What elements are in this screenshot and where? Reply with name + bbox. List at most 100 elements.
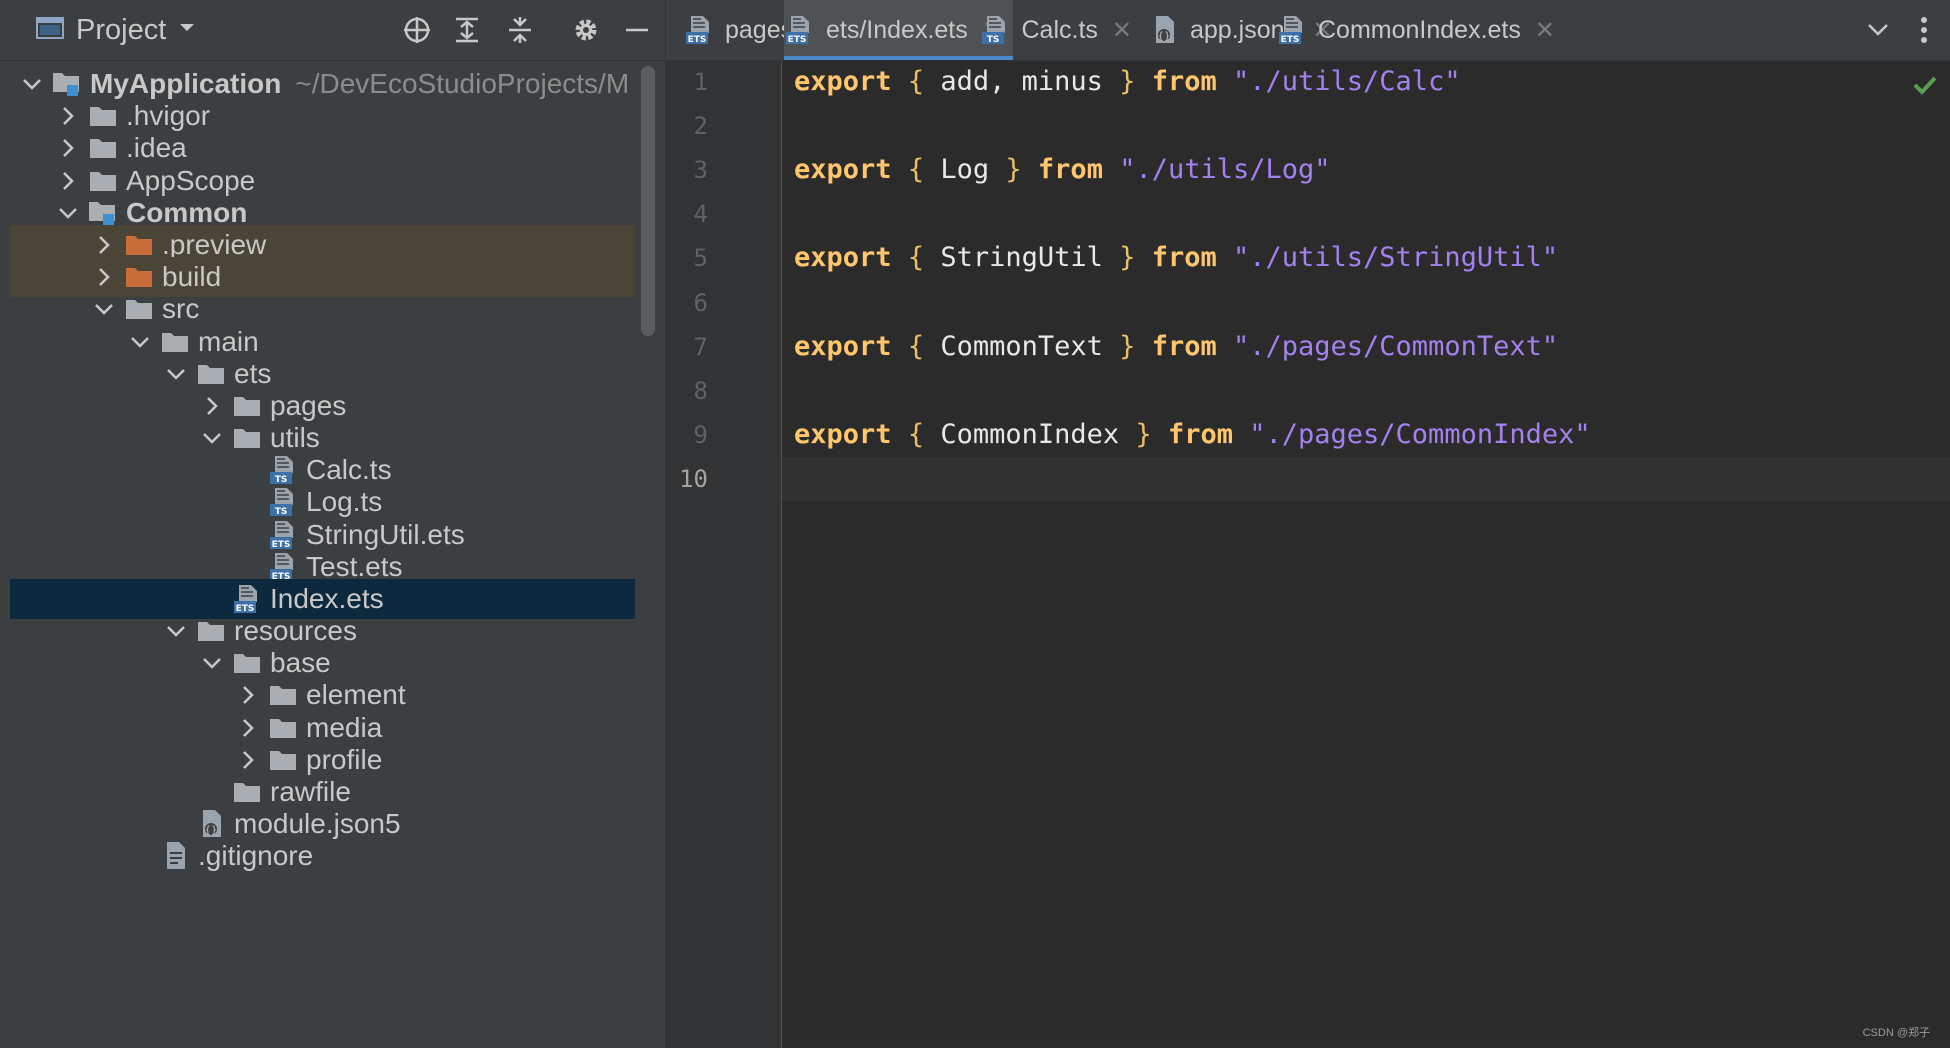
close-tab-icon[interactable]: ✕ [1535,16,1555,45]
svg-text:TS: TS [986,35,999,45]
folder-icon [196,616,226,646]
code-token-path: "./utils/Log" [1119,154,1331,186]
tree-scrollbar[interactable] [641,66,655,336]
chevron-right-icon[interactable] [90,263,118,291]
folder-icon [88,166,118,196]
json-file-icon: {} [196,809,226,839]
editor-tab-ets-index-ets[interactable]: ETSets/Index.ets✕ [784,0,1013,60]
code-token-open: { [907,242,925,274]
minimize-icon[interactable] [619,12,655,48]
code-token-from: from [1167,418,1233,450]
line-number: 5 [693,244,708,273]
code-token-kw: export [794,242,892,274]
code-token-from: from [1151,242,1217,274]
project-header: Project [0,0,665,61]
code-line: export { Log } from "./utils/Log" [794,154,1331,185]
ets-file-icon: ETS [685,14,713,46]
project-view-selector[interactable]: Project [36,12,196,48]
tree-item-label: .gitignore [198,840,314,871]
folder-icon [124,294,154,324]
chevron-right-icon[interactable] [234,681,262,709]
code-token-close: } [1119,330,1136,362]
close-tab-icon[interactable]: ✕ [1112,16,1132,45]
folder-icon [268,713,298,743]
chevron-right-icon[interactable] [54,134,82,162]
folder-icon [268,745,298,775]
tab-label: ets/Index.ets [826,15,968,44]
code-token-from: from [1151,330,1217,362]
code-token-names: add, minus [940,66,1103,97]
code-token-kw: export [794,418,892,450]
line-number: 4 [693,200,708,229]
show-hidden-tabs-icon[interactable] [1860,12,1896,48]
code-token-kw: export [794,154,892,186]
chevron-down-icon[interactable] [198,649,226,677]
line-number: 1 [693,68,708,96]
chevron-right-icon[interactable] [54,167,82,195]
no-problems-check-icon[interactable] [1910,70,1940,100]
line-number: 7 [693,332,708,361]
current-line-highlight [782,457,1950,501]
chevron-down-icon[interactable] [162,617,190,645]
code-token-names: Log [940,154,990,186]
chevron-down-icon[interactable] [126,328,154,356]
line-number: 8 [693,376,708,405]
chevron-right-icon[interactable] [198,392,226,420]
editor-tab-bar: ETSpages/Index.ets✕ETSets/Index.ets✕TSCa… [666,0,1950,61]
watermark: CSDN @郑子 [1862,1027,1930,1039]
chevron-right-icon[interactable] [90,231,118,259]
project-title: Project [76,13,167,46]
chevron-right-icon[interactable] [234,714,262,742]
chevron-down-icon[interactable] [198,424,226,452]
chevron-right-icon[interactable] [234,746,262,774]
chevron-right-icon[interactable] [54,102,82,130]
ets-file-icon: ETS [268,520,298,550]
collapse-all-icon[interactable] [502,12,538,48]
folder-icon [232,648,262,678]
code-line: export { CommonIndex } from "./pages/Com… [794,419,1591,450]
svg-text:ETS: ETS [1281,35,1300,45]
code-token-open: { [907,66,925,97]
tree-item-label: Log.ts [306,486,383,517]
ets-file-icon: ETS [268,552,298,582]
code-token-names: CommonText [940,330,1103,362]
ets-file-icon: ETS [784,14,814,46]
gear-icon[interactable] [568,12,604,48]
chevron-down-icon[interactable] [54,199,82,227]
code-token-close: } [1119,242,1136,274]
chevron-down-icon[interactable] [90,295,118,323]
excluded-folder-icon [124,262,154,292]
chevron-down-icon [178,21,196,39]
code-token-open: { [907,154,925,186]
folder-icon [160,327,190,357]
code-token-from: from [1151,66,1217,97]
code-token-close: } [1119,66,1136,97]
folder-icon [232,777,262,807]
tree-item-label: element [306,679,406,710]
project-tree: MyApplication ~/DevEcoStudioProjects/M .hv… [10,60,635,1048]
more-options-icon[interactable] [1906,12,1942,48]
tree-row-gitignore[interactable]: .gitignore [10,836,635,876]
folder-icon [232,391,262,421]
ts-file-icon: TS [980,14,1009,46]
editor-tab-calc-ts[interactable]: TS Calc.ts ✕ [980,0,1132,60]
locate-file-icon[interactable] [399,12,435,48]
tree-item-label: .idea [126,132,187,163]
chevron-down-icon[interactable] [162,360,190,388]
code-token-kw: export [794,66,892,97]
tab-label: CommonIndex.ets [1318,15,1521,44]
ets-file-icon: ETS [1278,14,1306,46]
expand-all-icon[interactable] [449,12,485,48]
code-token-close: } [1005,154,1022,186]
code-token-from: from [1037,154,1103,186]
chevron-down-icon[interactable] [18,70,46,98]
project-view-icon [36,16,64,45]
ts-file-icon: TS [268,487,298,517]
editor-tab-commonindex-ets[interactable]: ETS CommonIndex.ets ✕ [1278,0,1555,60]
folder-icon [88,133,118,163]
excluded-folder-icon [124,230,154,260]
line-number-gutter: 1 2 3 4 5 6 7 8 9 10 [666,61,782,1048]
